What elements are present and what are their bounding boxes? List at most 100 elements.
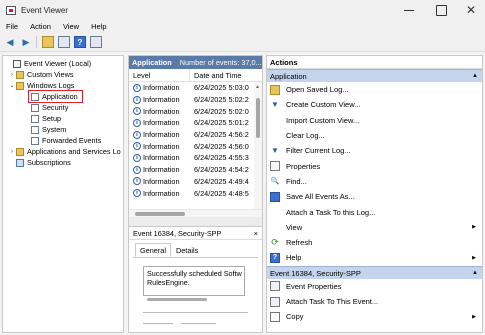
action-import-custom-view[interactable]: Import Custom View... [267,113,482,128]
menu-view[interactable]: View [57,20,85,33]
tree-label-apps-services: Applications and Services Lo [27,147,121,156]
show-hide-console-tree-icon[interactable] [58,36,70,48]
tree-label-system: System [42,125,67,134]
events-grid: i Information 6/24/2025 5:03:0 i Information… [129,82,262,209]
actions-section-application[interactable]: Application ▲ [267,69,482,82]
tab-details[interactable]: Details [171,243,203,257]
back-arrow-icon[interactable]: ◀ [4,36,16,48]
scroll-thumb[interactable] [256,98,260,138]
menu-action[interactable]: Action [24,20,57,33]
action-event-properties[interactable]: Event Properties [267,279,482,294]
chevron-right-icon[interactable]: › [8,149,16,155]
open-folder-icon[interactable] [42,36,54,48]
title-bar: Event Viewer ✕ [0,0,485,20]
blank-icon [270,115,280,125]
blank-icon [270,131,280,141]
toolbar-separator [36,36,37,48]
scroll-up-icon[interactable]: ▲ [255,84,260,90]
scroll-thumb[interactable] [135,212,185,216]
table-row[interactable]: i Information 6/24/2025 4:54:2 [129,164,262,176]
action-attach-task-log[interactable]: Attach a Task To this Log... [267,204,482,219]
help-icon[interactable]: ? [74,36,86,48]
action-label: Import Custom View... [286,115,360,125]
action-create-custom-view[interactable]: ▼ Create Custom View... [267,97,482,112]
action-label: Help [286,253,302,263]
table-row[interactable]: i Information 6/24/2025 4:48:5 [129,187,262,199]
event-viewer-icon [13,59,21,68]
tree-item-custom-views[interactable]: › Custom Views [8,69,74,80]
level-cell: i Information [129,177,190,186]
action-save-all-events[interactable]: Save All Events As... [267,189,482,204]
event-count-label: Number of events: 37,0... [179,58,262,67]
action-attach-task-event[interactable]: Attach Task To This Event... [267,294,482,309]
table-row[interactable]: i Information 6/24/2025 5:02:2 [129,94,262,106]
tab-general[interactable]: General [135,243,171,257]
tree-label-root: Event Viewer (Local) [24,59,92,68]
action-label: Refresh [286,238,313,248]
table-row[interactable]: i Information 6/24/2025 5:02:0 [129,105,262,117]
table-row[interactable]: i Information 6/24/2025 4:49:4 [129,176,262,188]
minimize-button[interactable] [403,4,415,16]
tree-label-windows-logs: Windows Logs [27,81,75,90]
column-header-date[interactable]: Date and Time [190,69,252,81]
level-cell: i Information [129,142,190,151]
table-row[interactable]: i Information 6/24/2025 4:56:2 [129,129,262,141]
table-row[interactable]: i Information 6/24/2025 5:03:0 [129,82,262,94]
date-cell: 6/24/2025 4:48:5 [194,188,249,198]
action-copy[interactable]: Copy ▶ [267,309,482,324]
tree-item-subscriptions[interactable]: Subscriptions [16,157,71,168]
save-icon [270,191,280,202]
description-scrollbar[interactable] [143,297,245,303]
attach-task-icon [270,296,280,307]
action-help[interactable]: ? Help ▶ [267,250,482,265]
event-description[interactable]: Successfully scheduled Softw RulesEngine… [143,266,245,296]
event-viewer-app-icon [6,5,16,15]
collapse-icon[interactable]: ▲ [472,70,478,82]
table-row[interactable]: i Information 6/24/2025 5:01:2 [129,117,262,129]
action-filter-current-log[interactable]: ▼ Filter Current Log... [267,143,482,158]
forward-arrow-icon[interactable]: ▶ [20,36,32,48]
collapse-icon[interactable]: ▲ [472,267,478,279]
close-button[interactable]: ✕ [465,4,477,16]
information-icon: i [133,118,141,127]
action-view[interactable]: View ▶ [267,220,482,235]
tree-item-root[interactable]: Event Viewer (Local) [5,58,91,69]
chevron-down-icon[interactable]: ⌄ [8,82,16,89]
tree-item-setup[interactable]: Setup [31,113,61,124]
events-horizontal-scrollbar[interactable] [129,209,262,217]
actions-section-event[interactable]: Event 16384, Security-SPP ▲ [267,265,482,279]
action-open-saved-log[interactable]: Open Saved Log... [267,82,482,97]
menu-file[interactable]: File [0,20,24,33]
action-label: Attach a Task To this Log... [286,207,376,217]
tree-item-system[interactable]: System [31,124,66,135]
divider [143,323,173,324]
action-label: Attach Task To This Event... [286,297,379,306]
menu-help[interactable]: Help [85,20,112,33]
pane-splitter[interactable] [129,217,262,226]
level-text: Information [143,83,180,93]
tree-item-security[interactable]: Security [31,102,68,113]
action-properties[interactable]: Properties [267,158,482,173]
scroll-thumb[interactable] [147,298,207,301]
table-row[interactable]: i Information 6/24/2025 4:56:0 [129,140,262,152]
events-vertical-scrollbar[interactable]: ▲ [254,82,262,209]
tree-item-forwarded-events[interactable]: Forwarded Events [31,135,101,146]
information-icon: i [133,153,141,162]
subscriptions-icon [16,158,24,167]
find-icon: 🔍 [270,178,280,186]
action-refresh[interactable]: ⟳ Refresh [267,235,482,250]
section-title: Application [270,72,307,81]
show-hide-action-pane-icon[interactable] [90,36,102,48]
action-clear-log[interactable]: Clear Log... [267,128,482,143]
close-preview-icon[interactable]: × [254,227,258,239]
table-row[interactable]: i Information 6/24/2025 4:55:3 [129,152,262,164]
chevron-right-icon[interactable]: › [8,72,16,78]
column-header-level[interactable]: Level [129,69,190,81]
level-text: Information [143,95,180,105]
date-cell: 6/24/2025 4:56:0 [194,141,249,151]
action-label: Save All Events As... [286,192,355,202]
action-find[interactable]: 🔍 Find... [267,174,482,189]
tree-item-apps-services[interactable]: › Applications and Services Lo [8,146,121,157]
level-cell: i Information [129,165,190,174]
maximize-button[interactable] [435,4,447,16]
